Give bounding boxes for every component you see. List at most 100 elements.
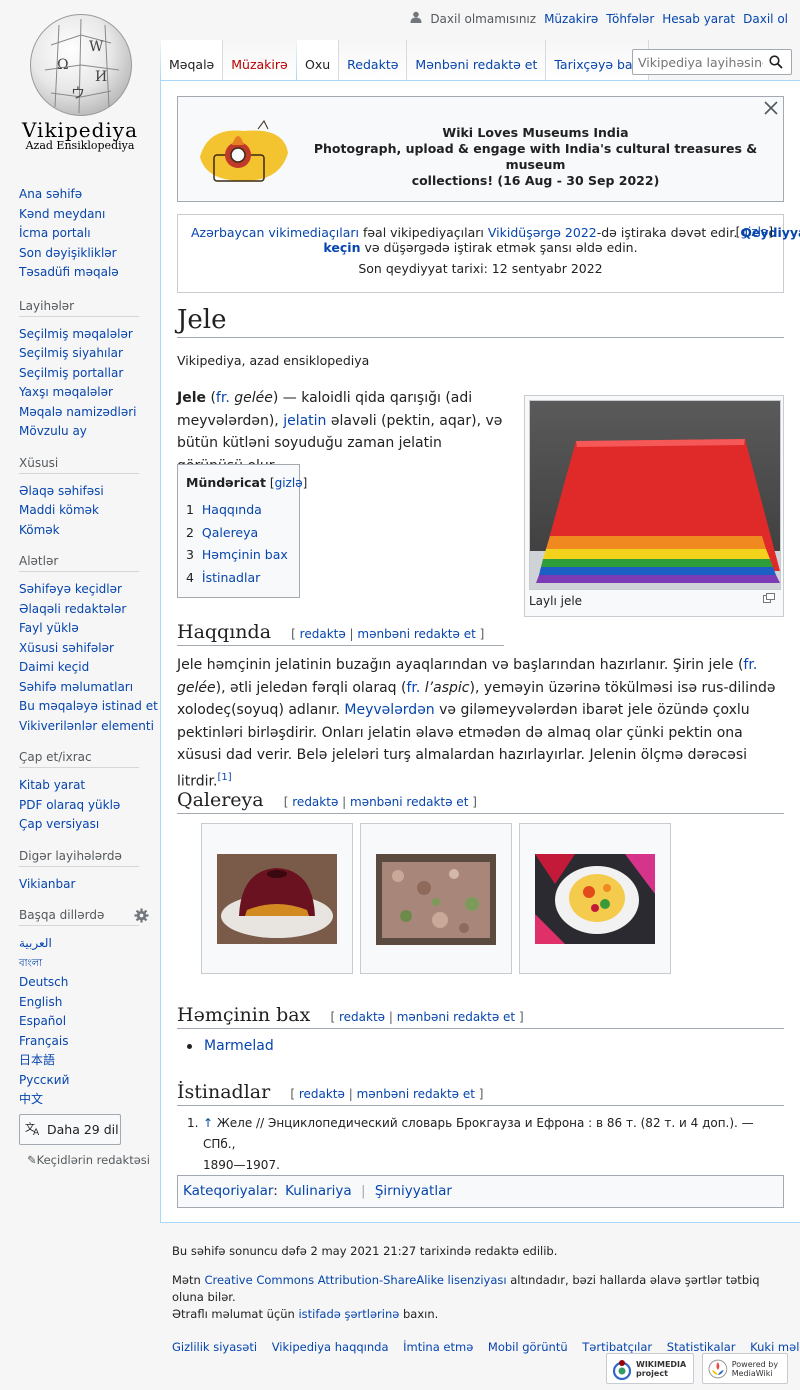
search-icon [769,55,783,69]
sidebar-item-random-article[interactable]: Təsadüfi məqalə [19,263,160,283]
edit-source-section-link[interactable]: mənbəni redaktə et [357,627,475,641]
toc-item-3[interactable]: 3 Həmçinin bax [186,544,288,567]
tab-article[interactable]: Məqalə [161,40,224,80]
language-link[interactable]: বাংলা [19,954,160,974]
sidebar-item[interactable]: Xüsusi səhifələr [19,639,160,659]
toc-item-4[interactable]: 4 İstinadlar [186,567,288,590]
backlink-arrow[interactable]: ↑ [203,1116,213,1130]
sidebar-item-main-page[interactable]: Ana səhifə [19,185,160,205]
search-input[interactable] [633,54,763,70]
create-account-link[interactable]: Hesab yarat [662,12,735,26]
mediawiki-badge[interactable]: Powered by MediaWiki [702,1353,788,1384]
french-link[interactable]: fr. [743,657,757,673]
close-banner-button[interactable] [764,101,778,115]
language-link[interactable]: Français [19,1032,160,1052]
fruits-link[interactable]: Meyvələrdən [344,702,434,718]
sidebar-item[interactable]: Çap versiyası [19,815,160,835]
footer-links: Gizlilik siyasəti Vikipediya haqqında İm… [172,1339,800,1356]
license-link[interactable]: Creative Commons Attribution-ShareAlike … [204,1273,506,1287]
language-link[interactable]: English [19,993,160,1013]
developers-link[interactable]: Tərtibatçılar [582,1340,652,1354]
toc-item-2[interactable]: 2 Qalereya [186,522,288,545]
tab-read[interactable]: Oxu [297,40,340,80]
gelatin-link[interactable]: jelatin [283,413,326,429]
edit-section-link[interactable]: redaktə [300,627,346,641]
sidebar-item[interactable]: Əlaqə səhifəsi [19,482,160,502]
image-thumbnail: Laylı jele [524,395,784,617]
language-link[interactable]: 中文 [19,1090,160,1110]
toc-item-1[interactable]: 1 Haqqında [186,499,288,522]
tab-talk[interactable]: Müzakirə [223,40,297,80]
sidebar-item[interactable]: Kömək [19,521,160,541]
edit-section-link[interactable]: redaktə [339,1010,385,1024]
sidebar-item[interactable]: Seçilmiş siyahılar [19,344,160,364]
tab-edit-source[interactable]: Mənbəni redaktə et [407,40,547,80]
cookie-link[interactable]: Kuki məlumatı [750,1340,800,1354]
privacy-link[interactable]: Gizlilik siyasəti [172,1340,257,1354]
site-logo[interactable]: W Ω И ウ Vikipediya Azad Ensiklopediya [0,0,160,160]
mobile-view-link[interactable]: Mobil görüntü [488,1340,568,1354]
french-link[interactable]: fr. [216,390,230,406]
sidebar-item[interactable]: Səhifə məlumatları [19,678,160,698]
enlarge-icon[interactable] [763,592,775,607]
toc-toggle[interactable]: [gizlə] [270,476,307,490]
edit-section-link[interactable]: redaktə [299,1087,345,1101]
language-link[interactable]: العربية [19,934,160,954]
sidebar-item-village-pump[interactable]: Kənd meydanı [19,205,160,225]
language-settings-icon[interactable] [134,908,149,926]
gallery-image-red-jelly[interactable] [217,854,337,944]
az-wikimedians-link[interactable]: Azərbaycan vikimediaçıları [191,225,359,240]
marmalade-link[interactable]: Marmelad [204,1038,274,1054]
sidebar-item[interactable]: Daimi keçid [19,658,160,678]
sidebar-item[interactable]: Bu məqaləyə istinad et [19,697,160,717]
sidebar-item[interactable]: Fayl yüklə [19,619,160,639]
edit-section-link[interactable]: redaktə [292,795,338,809]
edit-interlanguage-links[interactable]: ✎Keçidlərin redaktəsi [19,1153,160,1167]
language-link[interactable]: Русский [19,1071,160,1091]
sidebar-item[interactable]: Maddi kömək [19,501,160,521]
edit-source-section-link[interactable]: mənbəni redaktə et [397,1010,515,1024]
reference-link[interactable]: [1] [217,772,231,783]
login-link[interactable]: Daxil ol [743,12,788,26]
category-link[interactable]: Kulinariya [285,1183,352,1199]
sidebar-item[interactable]: Səhifəyə keçidlər [19,580,160,600]
register-link-2[interactable]: keçin [323,240,360,255]
statistics-link[interactable]: Statistikalar [667,1340,736,1354]
gallery-image-meat-jelly[interactable] [376,854,496,945]
edit-source-section-link[interactable]: mənbəni redaktə et [357,1087,475,1101]
french-link[interactable]: fr. [406,680,420,696]
language-link[interactable]: Deutsch [19,973,160,993]
hide-notice-button[interactable]: [gizlə] [736,225,773,239]
language-link[interactable]: Español [19,1012,160,1032]
sidebar-item[interactable]: Mövzulu ay [19,422,160,442]
search-button[interactable] [763,50,789,74]
gallery-image-fruit-jelly[interactable] [535,854,655,944]
sidebar-item[interactable]: Əlaqəli redaktələr [19,600,160,620]
wikimedia-badge[interactable]: WIKIMEDIA project [606,1353,694,1384]
sidebar-item[interactable]: Vikiverilənlər elementi [19,717,160,737]
talk-link[interactable]: Müzakirə [544,12,598,26]
disclaimer-link[interactable]: İmtina etmə [403,1340,473,1354]
sidebar-item[interactable]: Yaxşı məqalələr [19,383,160,403]
more-languages-button[interactable]: 文A Daha 29 dil [19,1113,121,1145]
contributions-link[interactable]: Töhfələr [606,12,654,26]
page-title: Jele [177,305,784,338]
namespace-tabs: Məqalə Müzakirə [160,40,297,80]
sidebar-item[interactable]: Kitab yarat [19,776,160,796]
about-link[interactable]: Vikipediya haqqında [272,1340,389,1354]
sidebar-item[interactable]: Məqalə namizədləri [19,403,160,423]
sidebar-item-community-portal[interactable]: İcma portalı [19,224,160,244]
category-link[interactable]: Şirniyyatlar [375,1183,452,1199]
terms-link[interactable]: istifadə şərtlərinə [298,1307,399,1321]
tab-edit[interactable]: Redaktə [339,40,408,80]
sidebar-item[interactable]: Vikianbar [19,875,160,895]
sidebar-item[interactable]: Seçilmiş məqalələr [19,325,160,345]
sidebar-item-recent-changes[interactable]: Son dəyişikliklər [19,244,160,264]
sidebar-item[interactable]: Seçilmiş portallar [19,364,160,384]
sidebar-item[interactable]: PDF olaraq yüklə [19,796,160,816]
wiki-camp-link[interactable]: Vikidüşərgə 2022 [488,225,597,240]
language-link[interactable]: 日本語 [19,1051,160,1071]
layered-jelly-image[interactable] [529,400,781,590]
categories-link[interactable]: Kateqoriyalar [183,1183,273,1199]
edit-source-section-link[interactable]: mənbəni redaktə et [350,795,468,809]
